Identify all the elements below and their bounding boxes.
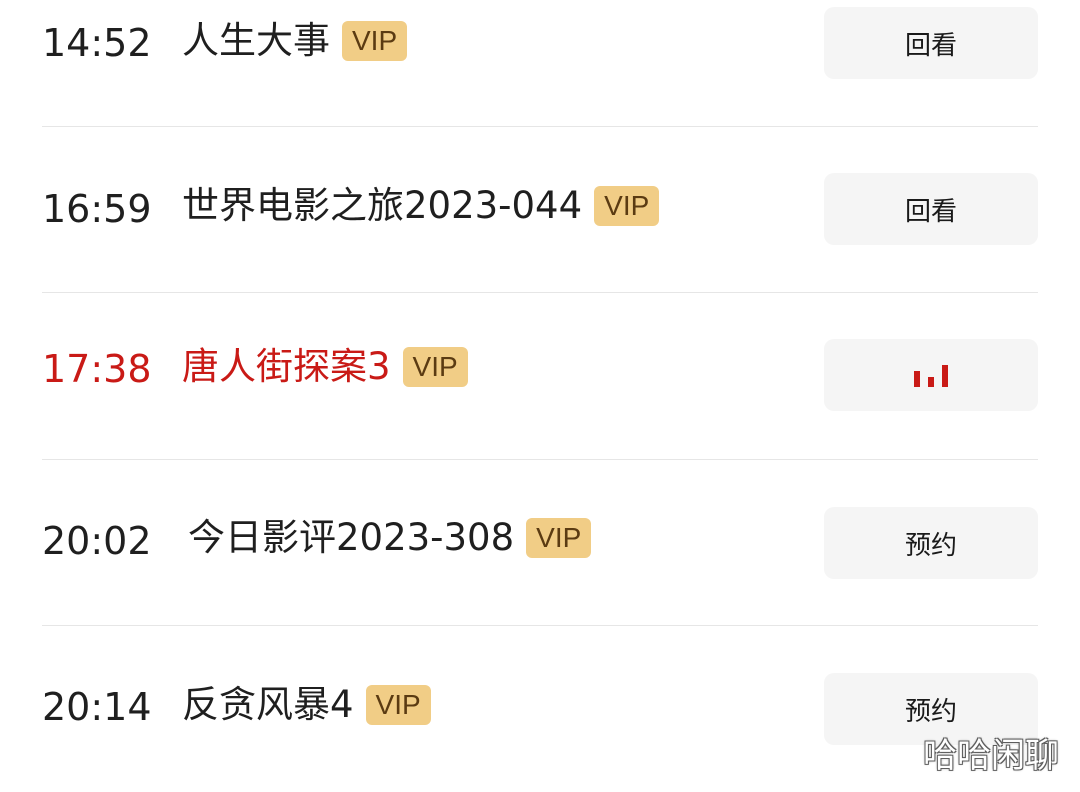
- program-time: 14:52: [42, 21, 152, 65]
- program-time: 20:14: [42, 685, 152, 729]
- program-row[interactable]: 20:14 反贪风暴4 VIP 预约: [0, 626, 1080, 792]
- replay-button[interactable]: 回看: [824, 7, 1038, 79]
- program-title-group: 反贪风暴4 VIP: [182, 680, 431, 730]
- program-title: 唐人街探案3: [182, 345, 391, 388]
- vip-badge: VIP: [365, 685, 431, 725]
- program-title: 世界电影之旅2023-044: [182, 184, 583, 227]
- now-playing-button[interactable]: [824, 339, 1038, 411]
- vip-badge: VIP: [594, 186, 660, 226]
- vip-badge: VIP: [526, 518, 592, 558]
- program-title-group: 今日影评2023-308 VIP: [188, 513, 592, 563]
- vip-badge: VIP: [402, 347, 468, 387]
- program-title: 反贪风暴4: [182, 683, 354, 726]
- program-row[interactable]: 16:59 世界电影之旅2023-044 VIP 回看: [0, 127, 1080, 293]
- program-title: 人生大事: [182, 19, 330, 62]
- playing-bars-icon: [914, 363, 948, 387]
- replay-button[interactable]: 回看: [824, 173, 1038, 245]
- program-title-group: 人生大事 VIP: [182, 16, 408, 66]
- program-title: 今日影评2023-308: [188, 516, 515, 559]
- program-row-live[interactable]: 17:38 唐人街探案3 VIP: [0, 293, 1080, 459]
- program-time: 17:38: [42, 347, 152, 391]
- program-schedule-list: 14:52 人生大事 VIP 回看 16:59 世界电影之旅2023-044 V…: [0, 0, 1080, 792]
- reserve-button[interactable]: 预约: [824, 507, 1038, 579]
- program-row[interactable]: 20:02 今日影评2023-308 VIP 预约: [0, 460, 1080, 626]
- watermark-text: 哈哈闲聊: [923, 736, 1059, 776]
- program-time: 20:02: [42, 519, 152, 563]
- program-time: 16:59: [42, 187, 152, 231]
- program-title-group: 唐人街探案3 VIP: [182, 342, 468, 392]
- vip-badge: VIP: [342, 21, 408, 61]
- program-title-group: 世界电影之旅2023-044 VIP: [182, 181, 660, 231]
